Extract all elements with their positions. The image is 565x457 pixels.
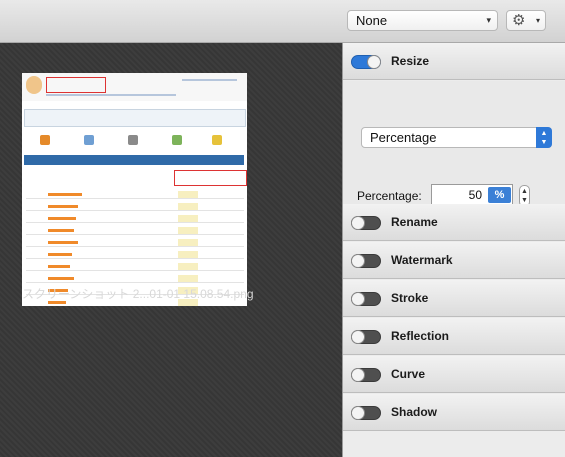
toolbar: None ▾ ⚙ ▾: [0, 0, 565, 43]
thumbnail-section: [24, 109, 246, 127]
stroke-toggle[interactable]: [351, 292, 381, 306]
toggle-knob: [367, 55, 381, 69]
chevron-down-icon: ▾: [535, 16, 540, 25]
pencil-icon: [212, 135, 222, 145]
effect-row-resize: Resize: [343, 43, 565, 80]
effect-row-reflection: Reflection: [343, 318, 565, 355]
thumbnail-nav-bar: [24, 155, 244, 165]
effect-row-stroke: Stroke: [343, 280, 565, 317]
stroke-label: Stroke: [391, 291, 429, 305]
toggle-knob: [351, 330, 365, 344]
thumbnail-cell: [178, 251, 198, 258]
thumbnail-cell: [178, 227, 198, 234]
percentage-unit-badge: %: [488, 187, 511, 203]
thumbnail-bar: [48, 253, 72, 256]
up-down-arrows-icon: ▲ ▼: [536, 127, 552, 148]
highlight-box: [174, 170, 247, 186]
effect-row-curve: Curve: [343, 356, 565, 393]
toggle-knob: [351, 406, 365, 420]
divider: [46, 94, 176, 96]
thumbnail-table-row: [26, 263, 244, 271]
percentage-label: Percentage:: [357, 189, 422, 203]
toggle-knob: [351, 254, 365, 268]
reflection-toggle[interactable]: [351, 330, 381, 344]
effect-row-shadow: Shadow: [343, 394, 565, 431]
settings-button[interactable]: ⚙ ▾: [506, 10, 546, 31]
thumbnail-table-row: [26, 203, 244, 211]
image-thumbnail[interactable]: [22, 73, 247, 306]
thumbnail-table-row: [26, 227, 244, 235]
rename-toggle[interactable]: [351, 216, 381, 230]
link-icon: [84, 135, 94, 145]
thumbnail-cell: [178, 275, 198, 282]
highlight-box: [46, 77, 106, 93]
thumbnail-bar: [48, 217, 76, 220]
toggle-knob: [351, 368, 365, 382]
effect-row-rename: Rename: [343, 204, 565, 241]
image-canvas: スクリーンショット 2...01-01 15.08.54.png: [0, 43, 342, 457]
chevron-down-icon: ▾: [486, 15, 491, 25]
preset-value: None: [356, 13, 388, 28]
shadow-toggle[interactable]: [351, 406, 381, 420]
settings-panel: Resize Percentage ▲ ▼ Percentage: 50 % ▲ ▼…: [342, 43, 565, 457]
thumbnail-cell: [178, 215, 198, 222]
resize-options: Percentage ▲ ▼ Percentage: 50 % ▲ ▼: [343, 81, 565, 215]
curve-label: Curve: [391, 367, 426, 381]
thumbnail-bar: [48, 277, 74, 280]
thumbnail-cell: [178, 239, 198, 246]
avatar: [26, 76, 42, 94]
image-filename: スクリーンショット 2...01-01 15.08.54.png: [22, 287, 254, 301]
thumbnail-bar: [48, 229, 74, 232]
thumbnail-bar: [48, 193, 82, 196]
thumbnail-table-row: [26, 191, 244, 199]
chart-icon: [40, 135, 50, 145]
resize-toggle[interactable]: [351, 55, 381, 69]
thumbnail-table-row: [26, 251, 244, 259]
search-icon: [128, 135, 138, 145]
toggle-knob: [351, 216, 365, 230]
pie-icon: [172, 135, 182, 145]
preset-popup[interactable]: None ▾: [347, 10, 498, 31]
resize-label: Resize: [391, 54, 430, 68]
toggle-knob: [351, 292, 365, 306]
thumbnail-header: [22, 73, 247, 101]
thumbnail-bar: [48, 241, 78, 244]
thumbnail-cell: [178, 263, 198, 270]
watermark-label: Watermark: [391, 253, 453, 267]
thumbnail-table-row: [26, 239, 244, 247]
resize-mode-value: Percentage: [370, 130, 437, 145]
thumbnail-bar: [48, 205, 78, 208]
reflection-label: Reflection: [391, 329, 450, 343]
thumbnail-icon-row: [26, 133, 244, 153]
thumbnail-table-row: [26, 215, 244, 223]
thumbnail-bar: [48, 265, 70, 268]
curve-toggle[interactable]: [351, 368, 381, 382]
thumbnail-cell: [178, 191, 198, 198]
thumbnail-table-row: [26, 275, 244, 283]
thumbnail-cell: [178, 203, 198, 210]
resize-mode-select[interactable]: Percentage ▲ ▼: [361, 127, 552, 148]
shadow-label: Shadow: [391, 405, 438, 419]
rename-label: Rename: [391, 215, 438, 229]
gear-icon: ⚙: [512, 12, 526, 29]
effect-row-watermark: Watermark: [343, 242, 565, 279]
divider: [182, 79, 237, 81]
watermark-toggle[interactable]: [351, 254, 381, 268]
